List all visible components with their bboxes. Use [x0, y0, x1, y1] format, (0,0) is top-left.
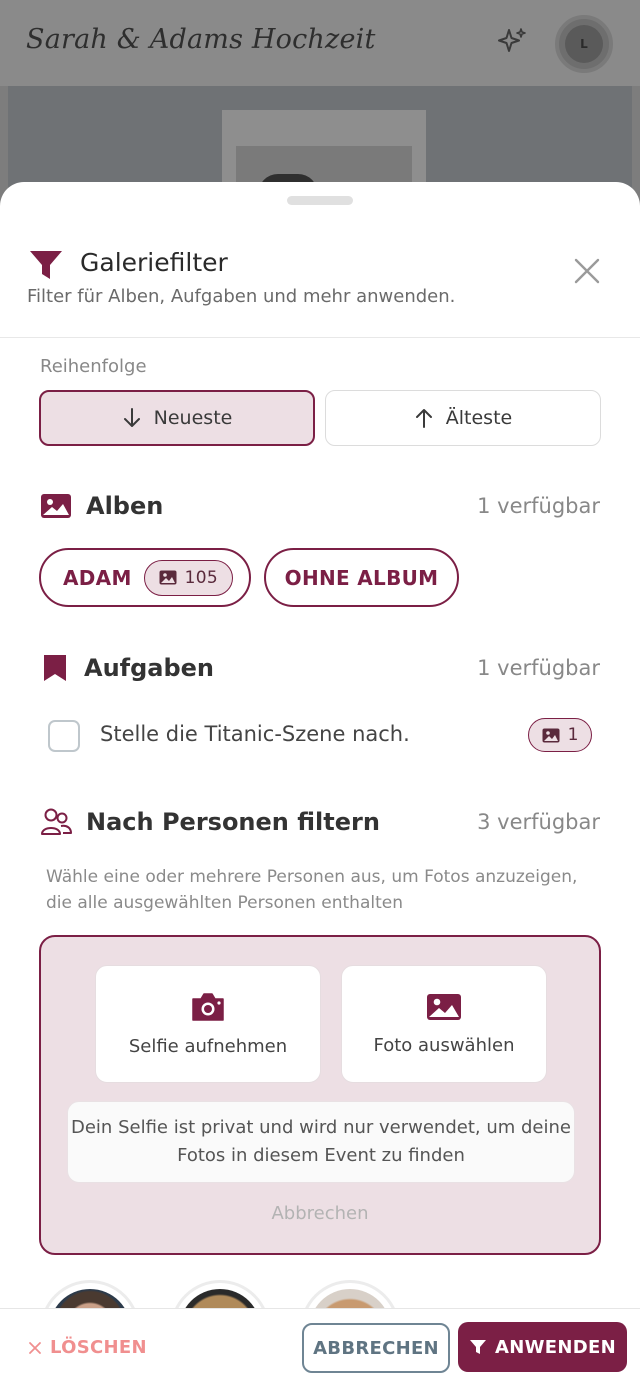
image-icon	[427, 993, 461, 1020]
albums-section-header: Alben 1 verfügbar	[40, 490, 600, 522]
album-chip-adam[interactable]: ADAM 105	[39, 548, 251, 607]
privacy-note: Dein Selfie ist privat und wird nur verw…	[67, 1101, 575, 1183]
app-title: Sarah & Adams Hochzeit	[26, 24, 376, 55]
tasks-section-header: Aufgaben 1 verfügbar	[40, 652, 600, 684]
sheet-footer: LÖSCHEN ABBRECHEN ANWENDEN	[0, 1308, 640, 1385]
sparkle-icon[interactable]	[496, 26, 528, 58]
cancel-button[interactable]: ABBRECHEN	[302, 1323, 450, 1373]
bookmark-icon	[44, 655, 66, 681]
task-checkbox[interactable]	[48, 720, 80, 752]
task-label: Stelle die Titanic-Szene nach.	[100, 722, 410, 746]
albums-title: Alben	[86, 492, 164, 520]
album-count: 105	[184, 567, 219, 588]
choose-photo-button[interactable]: Foto auswählen	[341, 965, 547, 1083]
apply-button[interactable]: ANWENDEN	[458, 1322, 627, 1372]
face-search-panel: Selfie aufnehmen Foto auswählen Dein Sel…	[39, 935, 601, 1255]
sheet-title: Galeriefilter	[80, 248, 228, 277]
gallery-filter-sheet: Galeriefilter Filter für Alben, Aufgaben…	[0, 182, 640, 1385]
clear-button[interactable]: LÖSCHEN	[28, 1337, 147, 1358]
sheet-header: Galeriefilter Filter für Alben, Aufgaben…	[0, 182, 640, 338]
clear-label: LÖSCHEN	[50, 1337, 147, 1358]
close-icon[interactable]	[570, 254, 604, 288]
cancel-label: ABBRECHEN	[313, 1337, 439, 1359]
image-icon	[41, 494, 71, 518]
persons-title: Nach Personen filtern	[86, 808, 380, 836]
sort-newest-button[interactable]: Neueste	[39, 390, 315, 446]
persons-section-header: Nach Personen filtern 3 verfügbar	[40, 806, 600, 838]
people-icon	[41, 808, 72, 835]
album-chip-label: OHNE ALBUM	[284, 565, 439, 590]
sort-newest-label: Neueste	[153, 407, 233, 429]
image-icon	[542, 728, 560, 742]
persons-description: Wähle eine oder mehrere Personen aus, um…	[46, 867, 578, 913]
task-count: 1	[567, 725, 579, 745]
take-selfie-label: Selfie aufnehmen	[128, 1035, 288, 1057]
tasks-title: Aufgaben	[84, 654, 215, 682]
persons-available: 3 verfügbar	[477, 810, 600, 834]
user-avatar[interactable]: L	[555, 15, 613, 73]
camera-icon	[192, 992, 224, 1021]
sort-oldest-label: Älteste	[445, 407, 513, 429]
tasks-available: 1 verfügbar	[477, 656, 600, 680]
album-count-badge: 105	[143, 559, 234, 596]
sheet-subtitle: Filter für Alben, Aufgaben und mehr anwe…	[27, 286, 456, 307]
albums-available: 1 verfügbar	[477, 494, 600, 518]
choose-photo-label: Foto auswählen	[373, 1034, 515, 1056]
sort-oldest-button[interactable]: Älteste	[325, 390, 601, 446]
album-chip-ohne-album[interactable]: OHNE ALBUM	[264, 548, 459, 607]
avatar-initial: L	[565, 25, 603, 63]
order-label: Reihenfolge	[40, 356, 147, 377]
image-icon	[159, 570, 177, 585]
close-icon	[29, 1341, 41, 1354]
album-chip-label: ADAM	[63, 565, 132, 590]
funnel-icon	[30, 251, 62, 279]
arrow-up-icon	[415, 409, 432, 428]
take-selfie-button[interactable]: Selfie aufnehmen	[95, 965, 321, 1083]
apply-label: ANWENDEN	[495, 1336, 616, 1358]
app-header: Sarah & Adams Hochzeit L	[0, 0, 640, 86]
task-count-badge: 1	[528, 718, 592, 752]
face-search-cancel-link[interactable]: Abbrechen	[41, 1203, 599, 1224]
arrow-down-icon	[123, 408, 140, 427]
funnel-icon	[470, 1340, 487, 1354]
